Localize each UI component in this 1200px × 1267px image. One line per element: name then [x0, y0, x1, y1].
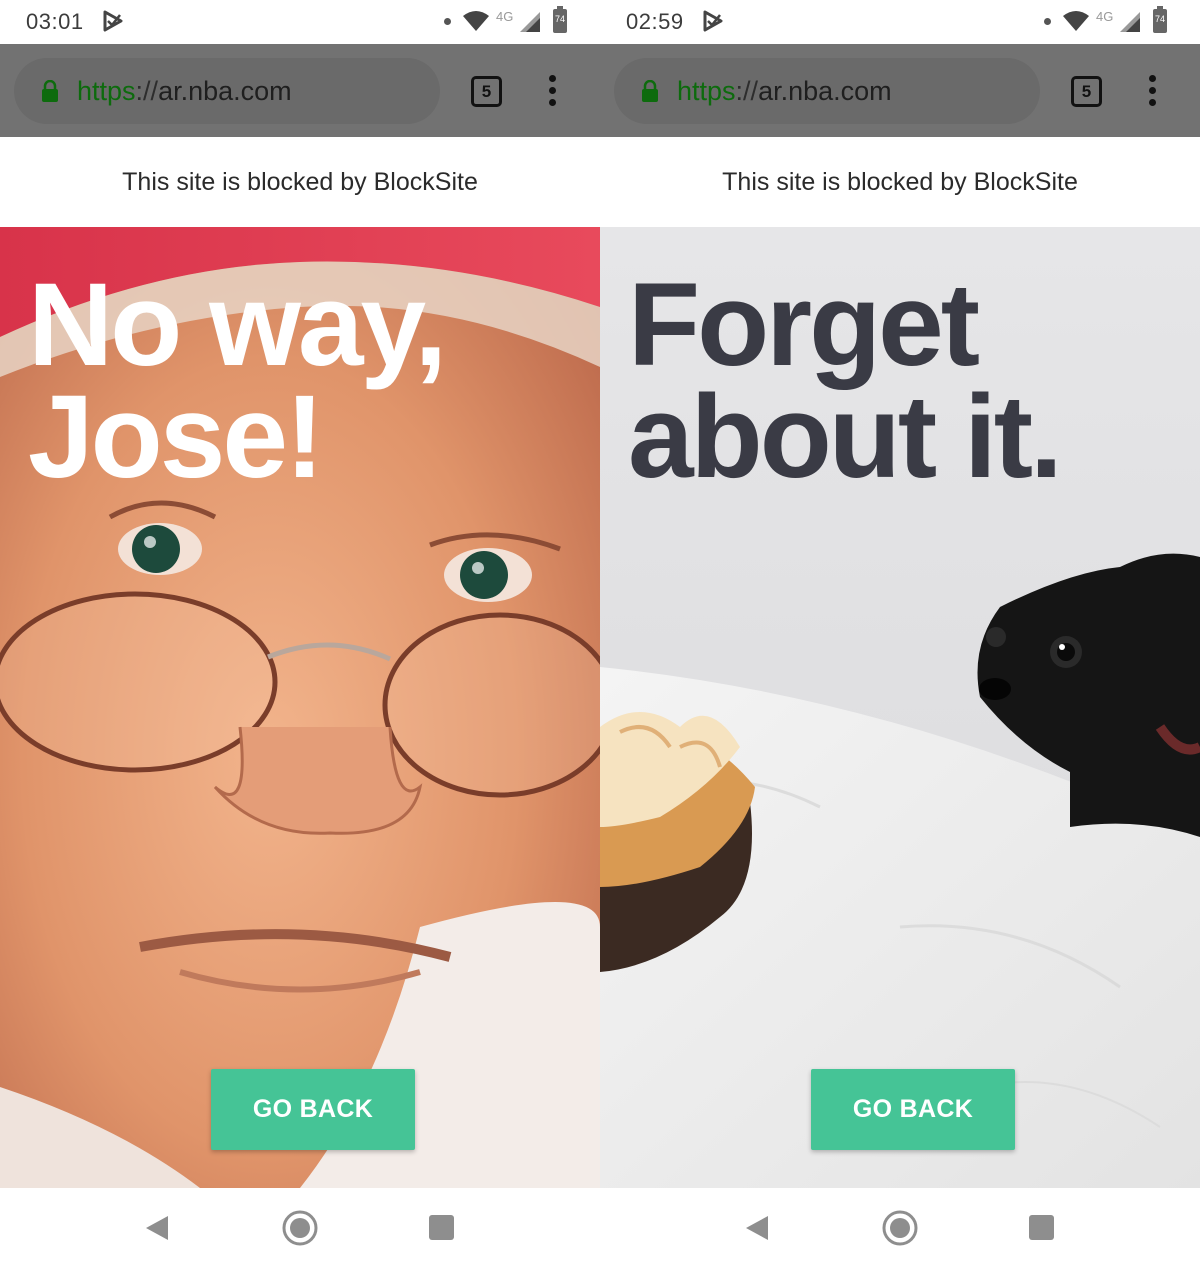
lock-icon [42, 80, 58, 102]
more-vert-icon[interactable] [1140, 74, 1166, 108]
headline-line-2: Jose! [28, 371, 324, 503]
play-protect-icon [103, 10, 123, 32]
status-bar: 03:01 4G 74 [0, 0, 600, 44]
play-protect-icon [703, 10, 723, 32]
recent-square-icon[interactable] [1029, 1215, 1054, 1240]
battery-level: 74 [554, 14, 565, 24]
more-vert-icon[interactable] [540, 74, 566, 108]
status-bar: 02:59 4G 74 [600, 0, 1200, 44]
tab-switcher-button[interactable]: 5 [471, 76, 502, 107]
url-scheme: https [77, 76, 136, 106]
wifi-icon [463, 11, 489, 31]
browser-toolbar: https://ar.nba.com 5 [0, 44, 600, 137]
headline: Forget about it. [628, 259, 1188, 503]
headline-line-1: No way, [28, 259, 447, 391]
url-text: https://ar.nba.com [77, 76, 292, 107]
notification-dot [1044, 18, 1051, 25]
system-nav-bar [0, 1188, 600, 1267]
hero-section: No way, Jose! GO BACK [0, 227, 600, 1188]
hero-section: Forget about it. GO BACK [600, 227, 1200, 1188]
blocked-notice: This site is blocked by BlockSite [0, 137, 600, 227]
battery-icon: 74 [553, 6, 567, 33]
blocked-notice: This site is blocked by BlockSite [600, 137, 1200, 227]
home-circle-icon[interactable] [881, 1209, 919, 1247]
back-triangle-icon[interactable] [744, 1214, 770, 1242]
notification-dot [444, 18, 451, 25]
headline: No way, Jose! [28, 259, 588, 503]
headline-line-2: about it. [628, 371, 1063, 503]
status-time: 03:01 [26, 9, 84, 34]
blocked-message: This site is blocked by BlockSite [722, 168, 1078, 196]
browser-toolbar: https://ar.nba.com 5 [600, 44, 1200, 137]
go-back-button[interactable]: GO BACK [811, 1069, 1015, 1150]
url-scheme: https [677, 76, 736, 106]
blocked-message: This site is blocked by BlockSite [122, 168, 478, 196]
go-back-button[interactable]: GO BACK [211, 1069, 415, 1150]
network-type: 4G [1096, 9, 1114, 24]
network-type: 4G [496, 9, 514, 24]
url-bar[interactable]: https://ar.nba.com [14, 58, 440, 124]
lock-icon [642, 80, 658, 102]
system-nav-bar [600, 1188, 1200, 1267]
phone-screen-right: 02:59 4G 74 https://ar.nba.com 5 This si… [600, 0, 1200, 1267]
home-circle-icon[interactable] [281, 1209, 319, 1247]
battery-level: 74 [1154, 14, 1165, 24]
recent-square-icon[interactable] [429, 1215, 454, 1240]
phone-screen-left: 03:01 4G 74 https://ar.nba.com 5 This si… [0, 0, 600, 1267]
cell-signal-icon [520, 12, 540, 32]
url-separator: :// [135, 76, 159, 106]
url-host: ar.nba.com [758, 76, 892, 106]
cell-signal-icon [1120, 12, 1140, 32]
battery-icon: 74 [1153, 6, 1167, 33]
wifi-icon [1063, 11, 1089, 31]
url-text: https://ar.nba.com [677, 76, 892, 107]
back-triangle-icon[interactable] [144, 1214, 170, 1242]
tab-switcher-button[interactable]: 5 [1071, 76, 1102, 107]
url-separator: :// [735, 76, 759, 106]
headline-line-1: Forget [628, 259, 980, 391]
url-bar[interactable]: https://ar.nba.com [614, 58, 1040, 124]
status-time: 02:59 [626, 9, 684, 34]
url-host: ar.nba.com [158, 76, 292, 106]
